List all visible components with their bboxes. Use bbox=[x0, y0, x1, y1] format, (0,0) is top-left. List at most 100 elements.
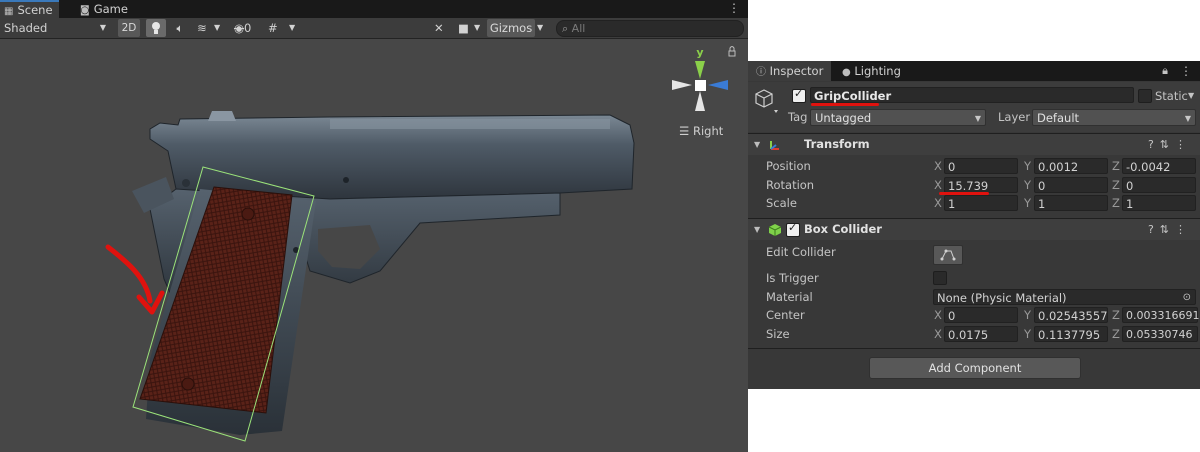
more-options-icon[interactable]: ⋮ bbox=[1180, 64, 1192, 78]
effects-toggle-icon[interactable]: ≋ bbox=[194, 18, 210, 38]
object-header: GripCollider Static ▼ Tag Untagged▼ Laye… bbox=[748, 82, 1200, 132]
inspector-window: ⓘ Inspector ● Lighting 🔒︎ ⋮ GripCollider… bbox=[748, 61, 1200, 389]
size-z-letter: Z bbox=[1112, 327, 1120, 341]
center-y-letter: Y bbox=[1024, 308, 1032, 322]
foldout-arrow-icon[interactable]: ▼ bbox=[754, 134, 760, 155]
scale-z-letter: Z bbox=[1112, 196, 1120, 210]
scene-search-input[interactable]: ⌕ All bbox=[556, 20, 744, 37]
position-y-field[interactable]: 0.0012 bbox=[1034, 158, 1108, 174]
position-z-letter: Z bbox=[1112, 159, 1120, 173]
component-header-icons[interactable]: ?⇅⋮ bbox=[1148, 134, 1192, 155]
grid-snap-icon[interactable]: # bbox=[268, 18, 284, 38]
center-x-letter: X bbox=[934, 308, 942, 322]
box-collider-icon bbox=[768, 224, 782, 236]
audio-toggle-icon[interactable]: 🔈︎ bbox=[172, 18, 188, 38]
rotation-x-letter: X bbox=[934, 178, 942, 192]
search-icon: ⌕ bbox=[562, 22, 569, 35]
component-header-icons[interactable]: ?⇅⋮ bbox=[1148, 219, 1192, 240]
transform-title: Transform bbox=[804, 137, 870, 151]
more-options-icon: ⋮ bbox=[1175, 223, 1192, 236]
is-trigger-checkbox[interactable] bbox=[933, 271, 947, 285]
hidden-objects-toggle[interactable]: ◉0 bbox=[234, 18, 264, 38]
scale-x-field[interactable]: 1 bbox=[944, 195, 1018, 211]
transform-axes-icon bbox=[770, 141, 779, 150]
dropdown-arrow-icon: ▼ bbox=[974, 114, 981, 123]
size-z-field[interactable]: 0.05330746 bbox=[1122, 326, 1198, 342]
pistol-model bbox=[132, 111, 635, 435]
tag-dropdown[interactable]: Untagged ▼ bbox=[810, 109, 986, 126]
static-dropdown-icon[interactable]: ▼ bbox=[1188, 88, 1194, 104]
is-trigger-label: Is Trigger bbox=[766, 271, 819, 285]
size-x-field[interactable]: 0.0175 bbox=[944, 326, 1018, 342]
tab-scene[interactable]: ▦ Scene bbox=[0, 0, 59, 18]
tab-game[interactable]: ◙ Game bbox=[76, 0, 134, 18]
orientation-gizmo[interactable]: y bbox=[672, 46, 736, 111]
scene-viewport[interactable]: y ☰ Right bbox=[0, 39, 748, 452]
foldout-arrow-icon[interactable]: ▼ bbox=[754, 219, 760, 240]
size-y-letter: Y bbox=[1024, 327, 1032, 341]
material-field[interactable]: None (Physic Material) ⊙ bbox=[933, 289, 1196, 305]
gizmos-button[interactable]: Gizmos bbox=[487, 19, 535, 37]
gizmos-dropdown-icon[interactable]: ▼ bbox=[537, 18, 549, 38]
rotation-label: Rotation bbox=[766, 178, 815, 192]
size-label: Size bbox=[766, 327, 790, 341]
help-icon: ? bbox=[1147, 223, 1160, 236]
rotation-y-field[interactable]: 0 bbox=[1034, 177, 1108, 193]
position-z-field[interactable]: -0.0042 bbox=[1122, 158, 1196, 174]
transform-header[interactable]: ▼ Transform ?⇅⋮ bbox=[748, 133, 1200, 155]
settings-sliders-icon: ⇅ bbox=[1159, 223, 1175, 236]
grid-dropdown-icon[interactable]: ▼ bbox=[289, 18, 301, 38]
dropdown-arrow-icon: ▼ bbox=[1184, 114, 1191, 123]
rotation-z-letter: Z bbox=[1112, 178, 1120, 192]
camera-icon[interactable]: ■ bbox=[458, 18, 474, 38]
position-x-field[interactable]: 0 bbox=[944, 158, 1018, 174]
static-checkbox[interactable] bbox=[1138, 89, 1152, 103]
scale-label: Scale bbox=[766, 196, 797, 210]
settings-sliders-icon: ⇅ bbox=[1159, 138, 1175, 151]
scene-tab-bar: ▦ Scene ◙ Game ⋮ bbox=[0, 0, 748, 18]
name-highlight-underline bbox=[811, 103, 879, 106]
edit-collider-button[interactable] bbox=[933, 245, 963, 265]
object-name-field[interactable]: GripCollider bbox=[810, 87, 1134, 103]
gameobject-cube-icon[interactable] bbox=[754, 88, 778, 114]
more-options-icon[interactable]: ⋮ bbox=[728, 1, 740, 15]
gizmo-view-label[interactable]: ☰ Right bbox=[679, 124, 723, 138]
box-collider-enabled-checkbox[interactable] bbox=[786, 221, 800, 237]
tag-label: Tag bbox=[788, 110, 808, 124]
rotation-z-field[interactable]: 0 bbox=[1122, 177, 1196, 193]
scale-y-field[interactable]: 1 bbox=[1034, 195, 1108, 211]
static-label: Static bbox=[1155, 89, 1188, 103]
position-label: Position bbox=[766, 159, 811, 173]
active-checkbox[interactable] bbox=[792, 87, 806, 103]
center-y-field[interactable]: 0.02543557 bbox=[1034, 307, 1108, 323]
shading-mode-dropdown[interactable]: Shaded ▼ bbox=[4, 18, 110, 38]
annotation-arrow-icon bbox=[105, 244, 165, 315]
object-picker-icon[interactable]: ⊙ bbox=[1183, 290, 1191, 306]
rotation-x-field[interactable]: 15.739 bbox=[944, 177, 1018, 193]
toggle-2d-button[interactable]: 2D bbox=[118, 19, 140, 37]
material-label: Material bbox=[766, 290, 813, 304]
layer-label: Layer bbox=[998, 110, 1031, 124]
layer-dropdown[interactable]: Default ▼ bbox=[1032, 109, 1196, 126]
edit-bounds-icon bbox=[940, 249, 956, 261]
size-x-letter: X bbox=[934, 327, 942, 341]
tab-inspector[interactable]: ⓘ Inspector bbox=[748, 61, 832, 81]
effects-dropdown-icon[interactable]: ▼ bbox=[214, 18, 228, 38]
eye-slash-icon: ◉ bbox=[234, 21, 245, 35]
size-y-field[interactable]: 0.1137795 bbox=[1034, 326, 1108, 342]
dropdown-arrow-icon: ▼ bbox=[99, 23, 106, 32]
lock-icon[interactable]: 🔒︎ bbox=[1162, 64, 1168, 78]
box-collider-header[interactable]: ▼ Box Collider ?⇅⋮ bbox=[748, 218, 1200, 240]
scale-z-field[interactable]: 1 bbox=[1122, 195, 1196, 211]
center-z-field[interactable]: 0.003316691 bbox=[1122, 307, 1199, 323]
tools-icon[interactable]: ✕ bbox=[434, 18, 450, 38]
center-x-field[interactable]: 0 bbox=[944, 307, 1018, 323]
lighting-toggle-icon[interactable] bbox=[146, 19, 166, 37]
scale-y-letter: Y bbox=[1024, 196, 1032, 210]
tab-lighting[interactable]: ● Lighting bbox=[834, 61, 909, 81]
camera-dropdown-icon[interactable]: ▼ bbox=[474, 18, 486, 38]
add-component-button[interactable]: Add Component bbox=[869, 357, 1081, 379]
position-x-letter: X bbox=[934, 159, 942, 173]
lightbulb-icon: ● bbox=[842, 67, 851, 78]
menu-lines-icon: ☰ bbox=[679, 124, 690, 138]
